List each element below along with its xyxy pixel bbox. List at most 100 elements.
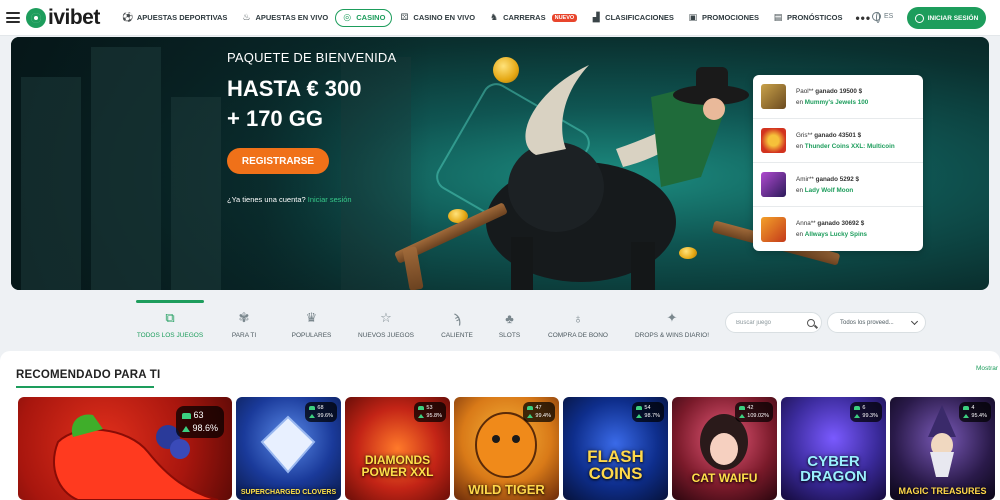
gift-icon: ▣ <box>688 12 698 22</box>
tab-drops-wins[interactable]: ✦ DROPS & WINS DIARIO! <box>624 300 720 345</box>
game-tile[interactable]: 63 98.6% <box>18 397 232 500</box>
winner-row[interactable]: Gris** ganado 43501 $ en Thunder Coins X… <box>753 119 923 163</box>
winner-amount: 5292 $ <box>839 175 859 183</box>
brand-logo[interactable]: ivibet <box>26 6 100 30</box>
game-stats: 4 95.4% <box>959 402 991 422</box>
provider-dropdown[interactable]: Todos los proveed... <box>827 312 926 333</box>
game-category-tabs: ⧉ TODOS LOS JUEGOS ✾ PARA TI ♛ POPULARES… <box>130 300 720 345</box>
winner-user: Paol** <box>796 87 814 95</box>
coin-icon <box>679 247 697 259</box>
hero-login-link[interactable]: Iniciar sesión <box>308 195 352 204</box>
language-code: ES <box>884 13 894 20</box>
rtp-value: 95.8% <box>418 412 442 420</box>
rtp-value: 99.6% <box>309 412 333 420</box>
game-title: WILD TIGER <box>468 482 545 497</box>
bonus-bag-icon: ♁ <box>573 310 583 326</box>
winner-row[interactable]: Anna** ganado 30692 $ en Allways Lucky S… <box>753 207 923 251</box>
search-icon[interactable] <box>807 318 815 327</box>
nav-item-label: CARRERAS <box>503 13 546 22</box>
recommended-section: RECOMENDADO PARA TI Mostrar 63 98.6% SUP… <box>0 351 1000 500</box>
winner-prefix: en <box>796 98 804 106</box>
nav-item-label: CASINO <box>356 13 386 22</box>
casino-chip-icon: ◎ <box>343 12 352 22</box>
game-stats: 6 99.3% <box>850 402 882 422</box>
nav-item-races[interactable]: ♞ CARRERAS NUEVO <box>482 8 584 28</box>
tab-slots[interactable]: ♣ SLOTS <box>487 300 532 345</box>
language-selector[interactable]: ES <box>872 12 894 23</box>
game-tile[interactable]: CYBER DRAGON 6 99.3% <box>781 397 886 500</box>
star-icon: ☆ <box>380 310 392 325</box>
winner-amount: 19500 $ <box>839 87 863 95</box>
chili-icon: ϡ <box>453 310 461 326</box>
nav-item-forecasts[interactable]: ▤ PRONÓSTICOS <box>766 8 849 28</box>
account-question-text: ¿Ya tienes una cuenta? <box>227 195 306 204</box>
nav-item-sports[interactable]: ⚽ APUESTAS DEPORTIVAS <box>116 8 235 28</box>
section-title: RECOMENDADO PARA TI <box>16 369 161 388</box>
chevron-down-icon <box>910 317 919 325</box>
winner-text: Amir** ganado 5292 $ en Lady Wolf Moon <box>796 174 859 196</box>
winner-prefix: en <box>796 142 804 150</box>
game-thumbnail <box>761 216 786 242</box>
nav-item-label: PRONÓSTICOS <box>787 13 843 22</box>
players-count: 47 <box>527 404 551 412</box>
game-stats: 68 99.6% <box>305 402 337 422</box>
winner-text: Anna** ganado 30692 $ en Allways Lucky S… <box>796 218 867 240</box>
account-question: ¿Ya tienes una cuenta? Iniciar sesión <box>227 195 352 204</box>
game-title: CYBER DRAGON <box>800 453 867 485</box>
nav-item-live-casino[interactable]: ⚄ CASINO EN VIVO <box>392 8 482 28</box>
show-more-link[interactable]: Mostrar <box>976 365 1000 372</box>
tab-label: PARA TI <box>231 332 257 339</box>
register-button[interactable]: REGISTRARSE <box>227 148 329 174</box>
search-input[interactable] <box>736 319 806 326</box>
winner-amount: 30692 $ <box>841 220 865 227</box>
winner-row[interactable]: Paol** ganado 19500 $ en Mummy's Jewels … <box>753 75 923 119</box>
game-stats: 47 99.4% <box>523 402 555 422</box>
game-title: MAGIC TREASURES <box>898 486 987 496</box>
nav-item-live-bets[interactable]: ♨ APUESTAS EN VIVO <box>234 8 335 28</box>
winner-user: Amir** <box>796 175 814 183</box>
menu-icon[interactable] <box>6 12 20 23</box>
rtp-value: 98.6% <box>182 422 218 435</box>
nav-item-label: CASINO EN VIVO <box>413 13 476 22</box>
game-tile[interactable]: WILD TIGER 47 99.4% <box>454 397 559 500</box>
nav-item-label: APUESTAS DEPORTIVAS <box>136 13 228 22</box>
game-tile[interactable]: DIAMONDS POWER XXL 53 95.8% <box>345 397 450 500</box>
players-count: 42 <box>739 404 769 412</box>
game-tile[interactable]: CAT WAIFU 42 109.02% <box>672 397 777 500</box>
drops-icon: ✦ <box>666 310 678 325</box>
tab-all-games[interactable]: ⧉ TODOS LOS JUEGOS <box>130 300 210 345</box>
game-tile[interactable]: FLASH COINS 54 98.7% <box>563 397 668 500</box>
winner-amount: 43501 $ <box>838 131 862 139</box>
game-search[interactable] <box>725 312 822 333</box>
winner-text: Gris** ganado 43501 $ en Thunder Coins X… <box>796 130 895 152</box>
winner-row[interactable]: Amir** ganado 5292 $ en Lady Wolf Moon <box>753 163 923 207</box>
rtp-value: 99.4% <box>527 412 551 420</box>
game-tile[interactable]: MAGIC TREASURES 4 95.4% <box>890 397 995 500</box>
winner-game: Thunder Coins XXL: Multicoin <box>804 142 895 150</box>
winner-text: Paol** ganado 19500 $ en Mummy's Jewels … <box>796 86 868 108</box>
nav-item-rankings[interactable]: ▟ CLASIFICACIONES <box>584 8 681 28</box>
login-button[interactable]: INICIAR SESIÓN <box>907 7 986 29</box>
game-title: FLASH COINS <box>587 447 644 483</box>
game-tile[interactable]: SUPERCHARGED CLOVERS 68 99.6% <box>236 397 341 500</box>
winner-won-label: ganado <box>815 175 838 183</box>
nav-item-label: APUESTAS EN VIVO <box>255 13 329 22</box>
winner-won-label: ganado <box>817 220 840 227</box>
winner-won-label: ganado <box>814 131 837 139</box>
login-button-label: INICIAR SESIÓN <box>927 14 979 22</box>
soccer-ball-icon: ⚽ <box>122 12 134 22</box>
rtp-value: 98.7% <box>636 412 660 420</box>
tab-popular[interactable]: ♛ POPULARES <box>278 300 345 345</box>
tab-bonus-buy[interactable]: ♁ COMPRA DE BONO <box>532 300 624 345</box>
tab-hot[interactable]: ϡ CALIENTE <box>427 300 487 345</box>
players-count: 4 <box>963 404 987 412</box>
forecast-icon: ▤ <box>773 12 783 22</box>
brand-name: ivibet <box>48 5 100 29</box>
rtp-value: 95.4% <box>963 412 987 420</box>
tab-for-you[interactable]: ✾ PARA TI <box>210 300 278 345</box>
tab-new-games[interactable]: ☆ NUEVOS JUEGOS <box>345 300 427 345</box>
tab-label: SLOTS <box>498 332 521 339</box>
bonus-amount-line1: HASTA € 300 <box>227 76 362 101</box>
nav-item-casino[interactable]: ◎ CASINO <box>335 8 393 27</box>
nav-item-promotions[interactable]: ▣ PROMOCIONES <box>681 8 766 28</box>
